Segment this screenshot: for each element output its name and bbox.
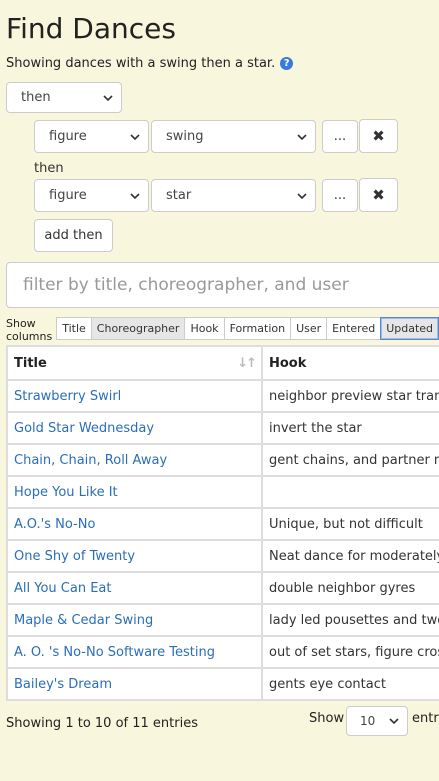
dance-link[interactable]: One Shy of Twenty [14, 549, 135, 564]
add-then-button[interactable]: add then [34, 219, 113, 252]
filter-placeholder: filter by title, choreographer, and user [23, 275, 349, 295]
title-cell: Chain, Chain, Roll Away [6, 443, 263, 477]
title-cell: A. O. 's No-No Software Testing [6, 635, 263, 669]
hook-cell: Unique, but not difficult [261, 507, 439, 541]
column-toggle-updated[interactable]: Updated [380, 317, 439, 340]
table-row: Hope You Like It [6, 475, 439, 509]
hook-cell: gents eye contact [261, 667, 439, 701]
column-header-hook[interactable]: Hook [261, 345, 439, 381]
hook-cell: gent chains, and partner roll [261, 443, 439, 477]
column-toggle-entered[interactable]: Entered [326, 317, 382, 340]
table-row: Chain, Chain, Roll Away gent chains, and… [6, 443, 439, 477]
figure-value-1: swing [166, 129, 204, 144]
figure-type-value-1: figure [49, 129, 87, 144]
title-cell: One Shy of Twenty [6, 539, 263, 573]
operator-select[interactable]: then [6, 82, 122, 113]
table-row: Strawberry Swirl neighbor preview star t… [6, 379, 439, 413]
then-label: then [34, 161, 64, 176]
chevron-down-icon [297, 133, 307, 140]
table-row: Maple & Cedar Swing lady led pousettes a… [6, 603, 439, 637]
show-columns-bar: Show columns Title Choreographer Hook Fo… [6, 317, 439, 343]
table-row: A. O. 's No-No Software Testing out of s… [6, 635, 439, 669]
dance-link[interactable]: A. O. 's No-No Software Testing [14, 645, 215, 660]
operator-select-value: then [21, 90, 51, 105]
dance-link[interactable]: Hope You Like It [14, 485, 118, 500]
dance-link[interactable]: Strawberry Swirl [14, 389, 121, 404]
column-toggle-formation[interactable]: Formation [223, 317, 292, 340]
page-subtitle: Showing dances with a swing then a star.… [6, 56, 294, 71]
column-header-title[interactable]: Title ↓↑ [6, 345, 263, 381]
title-cell: Bailey's Dream [6, 667, 263, 701]
figure-value-select-1[interactable]: swing [151, 120, 316, 153]
column-header-hook-label: Hook [269, 355, 307, 371]
hook-cell: invert the star [261, 411, 439, 445]
column-header-title-label: Title [14, 355, 47, 371]
figure-type-select-2[interactable]: figure [34, 179, 149, 212]
chevron-down-icon [130, 133, 140, 140]
column-toggle-hook[interactable]: Hook [184, 317, 225, 340]
entries-label: entri [412, 711, 439, 726]
table-row: A.O.'s No-No Unique, but not difficult [6, 507, 439, 541]
dance-link[interactable]: All You Can Eat [14, 581, 111, 596]
dance-link[interactable]: Maple & Cedar Swing [14, 613, 153, 628]
column-toggle-choreographer[interactable]: Choreographer [90, 317, 186, 340]
subtitle-text: Showing dances with a swing then a star. [6, 56, 276, 71]
dance-link[interactable]: Gold Star Wednesday [14, 421, 154, 436]
table-row: Gold Star Wednesday invert the star [6, 411, 439, 445]
title-cell: Gold Star Wednesday [6, 411, 263, 445]
show-label: Show [309, 711, 345, 726]
chevron-down-icon [130, 192, 140, 199]
sort-icon[interactable]: ↓↑ [237, 356, 257, 371]
remove-row-button-2[interactable]: ✖ [359, 178, 398, 212]
show-columns-label: Show columns [6, 317, 53, 343]
dances-table-wrapper: Title ↓↑ Hook Strawberry Swirl neighbor … [6, 345, 439, 701]
page-size-select[interactable]: 10 [346, 706, 408, 736]
table-info: Showing 1 to 10 of 11 entries [6, 716, 198, 731]
table-row: One Shy of Twenty Neat dance for moderat… [6, 539, 439, 573]
hook-cell: lady led pousettes and two lo [261, 603, 439, 637]
figure-value-2: star [166, 188, 192, 203]
more-options-button-2[interactable]: ... [322, 179, 358, 212]
dance-link[interactable]: A.O.'s No-No [14, 517, 95, 532]
figure-value-select-2[interactable]: star [151, 179, 316, 212]
chevron-down-icon [103, 94, 113, 101]
title-cell: A.O.'s No-No [6, 507, 263, 541]
hook-cell: neighbor preview star transit [261, 379, 439, 413]
dance-link[interactable]: Bailey's Dream [14, 677, 112, 692]
filter-input[interactable]: filter by title, choreographer, and user [6, 262, 439, 308]
column-toggle-title[interactable]: Title [56, 317, 92, 340]
page-title: Find Dances [6, 12, 176, 45]
title-cell: Strawberry Swirl [6, 379, 263, 413]
dance-link[interactable]: Chain, Chain, Roll Away [14, 453, 167, 468]
chevron-down-icon [389, 718, 399, 725]
table-row: Bailey's Dream gents eye contact [6, 667, 439, 701]
more-options-button-1[interactable]: ... [322, 120, 358, 153]
hook-cell [261, 475, 439, 509]
hook-cell: double neighbor gyres [261, 571, 439, 605]
title-cell: Hope You Like It [6, 475, 263, 509]
figure-type-value-2: figure [49, 188, 87, 203]
figure-type-select-1[interactable]: figure [34, 120, 149, 153]
chevron-down-icon [297, 192, 307, 199]
title-cell: All You Can Eat [6, 571, 263, 605]
dances-table: Title ↓↑ Hook Strawberry Swirl neighbor … [6, 345, 439, 701]
hook-cell: out of set stars, figure crossin [261, 635, 439, 669]
table-header-row: Title ↓↑ Hook [6, 345, 439, 381]
page-size-value: 10 [360, 714, 376, 728]
hook-cell: Neat dance for moderately ex [261, 539, 439, 573]
table-row: All You Can Eat double neighbor gyres [6, 571, 439, 605]
title-cell: Maple & Cedar Swing [6, 603, 263, 637]
help-icon[interactable]: ? [280, 57, 294, 70]
column-toggle-user[interactable]: User [290, 317, 328, 340]
remove-row-button-1[interactable]: ✖ [359, 119, 398, 153]
